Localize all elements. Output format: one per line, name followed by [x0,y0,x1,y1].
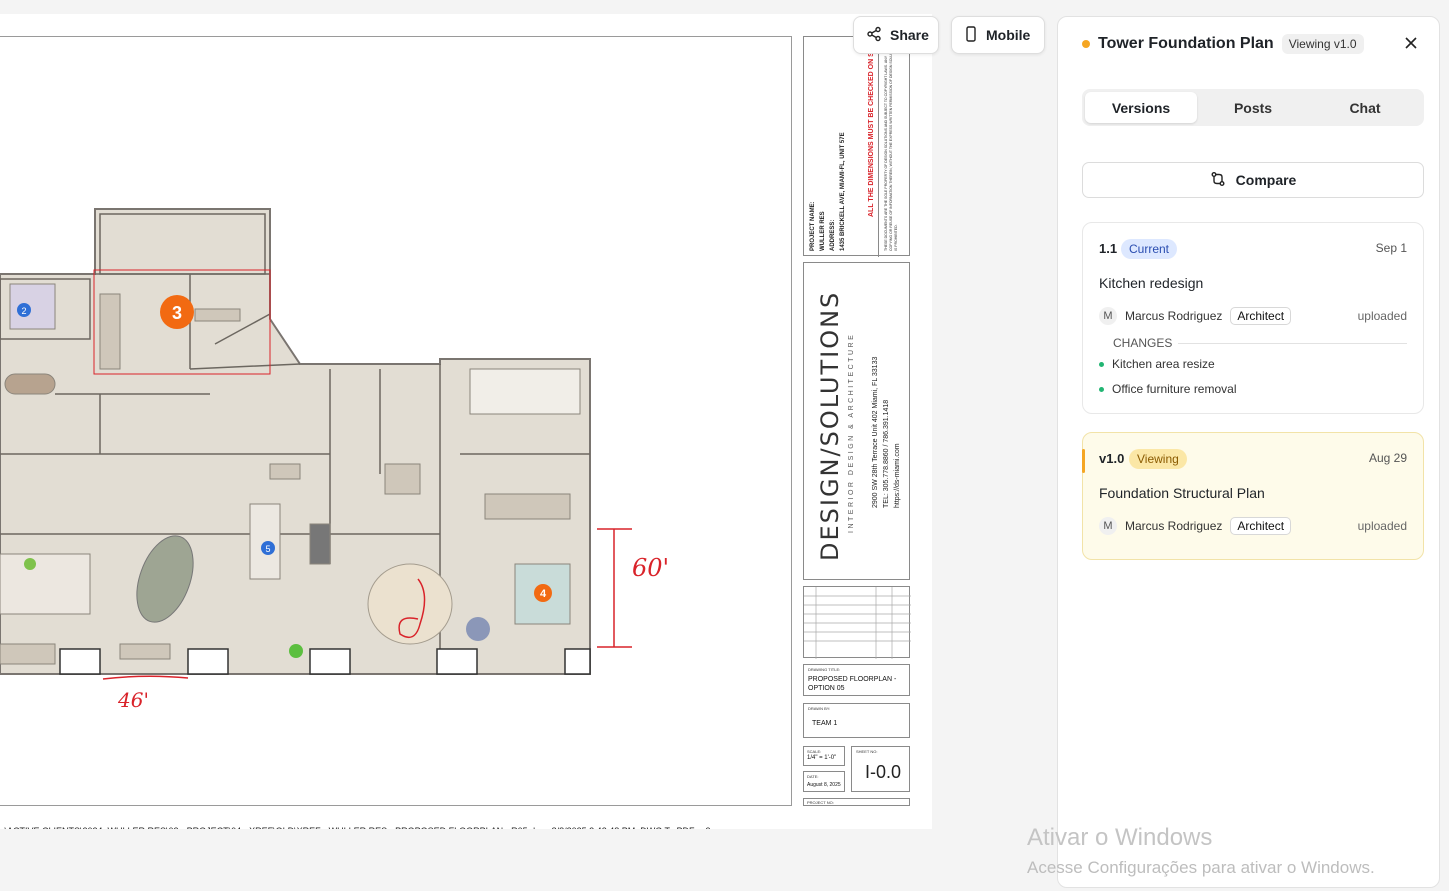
scale-value: 1/4" = 1'-0" [807,755,837,761]
revision-table [803,586,911,659]
change-dot-icon [1099,361,1104,367]
version-title: Foundation Structural Plan [1099,485,1265,501]
project-name: WULLER RES [820,211,826,251]
version-number: v1.0 [1099,451,1125,466]
sheet-no-label: SHEET NO: [856,749,878,754]
date-label: DATE: [807,774,819,779]
marker-2[interactable]: 2 [21,306,26,316]
uploader-name: Marcus Rodriguez [1125,309,1223,323]
mobile-button[interactable]: Mobile [951,16,1045,54]
change-text: Kitchen area resize [1112,357,1215,371]
scale-label: SCALE: [807,749,822,754]
compare-label: Compare [1235,172,1297,188]
version-card-1-1[interactable]: 1.1 Current Sep 1 Kitchen redesign M Mar… [1082,222,1424,414]
legal-notice: THESE DOCUMENTS ARE THE SOLE PROPERTY OF… [884,42,898,251]
mobile-label: Mobile [986,27,1031,43]
panel-header: Tower Foundation Plan Viewing v1.0 [1082,34,1364,54]
scale-box: SCALE: 1/4" = 1'-0" [803,746,845,766]
dimension-bottom: 46' [117,688,149,712]
change-dot-icon [1099,386,1104,392]
address: 1435 BRICKELL AVE, MIAMI-FL, UNIT 57E [840,132,846,251]
viewing-badge: Viewing [1129,449,1187,469]
dimensions-warning: ALL THE DIMENSIONS MUST BE CHECKED ON S [868,52,875,217]
compare-icon [1210,171,1226,190]
dimension-right: 60' [632,554,669,582]
mobile-icon [964,25,978,45]
title-block-firm: DESIGN/SOLUTIONS INTERIOR DESIGN & ARCHI… [803,262,910,580]
project-no-box: PROJECT NO: [803,798,910,806]
date-box: DATE: August 8, 2025 [803,771,845,792]
role-badge: Architect [1230,517,1292,535]
drawn-by: TEAM 1 [812,720,838,727]
drawing-title: PROPOSED FLOORPLAN - OPTION 05 [808,676,897,692]
close-icon[interactable] [1403,35,1419,51]
upload-action: uploaded [1357,309,1407,323]
marker-5[interactable]: 5 [265,544,270,554]
firm-address: 2900 SW 28th Terrace Unit 402 Miami, FL … [872,356,879,508]
top-strip [0,0,1449,14]
role-badge: Architect [1230,307,1292,325]
firm-tel: TEL: 305.778.8860 / 786.391.1418 [883,399,890,508]
canvas-footer-area [0,829,1056,891]
version-card-1-0[interactable]: v1.0 Viewing Aug 29 Foundation Structura… [1082,432,1424,560]
sheet-no-box: SHEET NO: I-0.0 [851,746,910,792]
address-label: ADDRESS: [830,219,836,251]
share-label: Share [890,27,929,43]
title-block-project: PROJECT NAME: WULLER RES ADDRESS: 1435 B… [803,36,910,257]
status-dot [1082,40,1090,48]
avatar: M [1099,517,1117,535]
tab-posts[interactable]: Posts [1197,92,1309,123]
marker-4[interactable]: 4 [540,588,547,600]
upload-action: uploaded [1357,519,1407,533]
drawing-title-label: DRAWING TITLE: [808,667,841,672]
compare-button[interactable]: Compare [1082,162,1424,198]
date-value: August 8, 2025 [807,782,841,788]
marker-3[interactable]: 3 [172,303,182,323]
uploader-name: Marcus Rodriguez [1125,519,1223,533]
drawing-title-box: DRAWING TITLE: PROPOSED FLOORPLAN - OPTI… [803,664,910,696]
viewing-version-badge: Viewing v1.0 [1281,34,1364,54]
tab-chat[interactable]: Chat [1309,92,1421,123]
drawn-by-label: DRAWN BY: [808,706,831,711]
current-badge: Current [1121,239,1178,259]
viewing-accent-bar [1082,449,1085,473]
drawing-canvas[interactable]: 2 3 5 4 60' 46' PROJECT NAME: WULLER RES… [0,14,932,836]
windows-activation-subtitle: Acesse Configurações para ativar o Windo… [1027,858,1375,877]
changes-header: CHANGES [1099,336,1407,350]
share-button[interactable]: Share [853,16,939,54]
versions-panel: Tower Foundation Plan Viewing v1.0 Versi… [1057,16,1440,888]
sheet-no: I-0.0 [865,762,902,782]
firm-name: DESIGN/SOLUTIONS [816,290,844,561]
panel-tabs: Versions Posts Chat [1082,89,1424,126]
version-title: Kitchen redesign [1099,275,1204,291]
drawn-by-box: DRAWN BY: TEAM 1 [803,703,910,738]
tab-versions[interactable]: Versions [1085,92,1197,123]
project-name-label: PROJECT NAME: [810,201,816,251]
firm-sub: INTERIOR DESIGN & ARCHITECTURE [848,332,855,533]
changes-label: CHANGES [1113,336,1173,350]
avatar: M [1099,307,1117,325]
revision-grid [804,587,911,659]
panel-title: Tower Foundation Plan [1098,35,1274,52]
share-icon [866,26,882,45]
uploader-row: M Marcus Rodriguez Architect uploaded [1099,517,1407,535]
version-date: Sep 1 [1375,241,1407,255]
change-item: Kitchen area resize [1099,357,1215,371]
windows-activation-title: Ativar o Windows [1027,824,1213,851]
version-number: 1.1 [1099,241,1118,256]
uploader-row: M Marcus Rodriguez Architect uploaded [1099,307,1407,325]
floor-plan: 2 3 5 4 60' 46' [0,208,669,712]
change-text: Office furniture removal [1112,382,1237,396]
change-item: Office furniture removal [1099,382,1237,396]
project-no-label: PROJECT NO: [807,800,834,805]
version-date: Aug 29 [1368,451,1407,465]
firm-web: https://ds-miami.com [894,443,901,508]
